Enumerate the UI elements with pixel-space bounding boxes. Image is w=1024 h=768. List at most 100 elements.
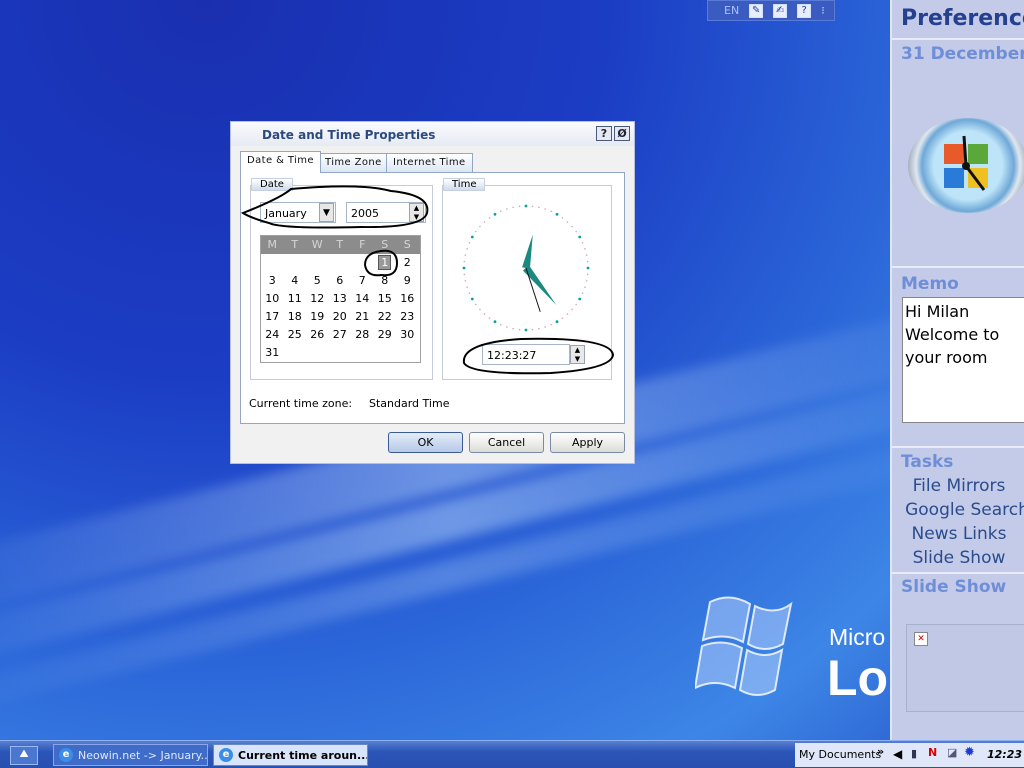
- calendar-day[interactable]: 5: [306, 272, 329, 290]
- hour-tick: [586, 266, 590, 270]
- task-news-links[interactable]: News Links: [884, 524, 1024, 544]
- sun-icon[interactable]: ✹: [964, 745, 975, 760]
- window-label: Neowin.net -> January...: [78, 749, 208, 762]
- minute-tick: [499, 323, 502, 326]
- ie-icon: e: [59, 748, 73, 762]
- minute-tick: [518, 328, 521, 331]
- calendar-day[interactable]: 15: [374, 290, 397, 308]
- tab-date-time[interactable]: Date & Time: [240, 151, 321, 173]
- minute-tick: [488, 317, 491, 319]
- dialog-title: Date and Time Properties: [262, 128, 436, 142]
- tab-internet-time[interactable]: Internet Time: [386, 153, 473, 172]
- minute-tick: [475, 230, 477, 233]
- show-desktop-icon[interactable]: ⛰: [10, 746, 38, 765]
- annotation-circle: [363, 249, 399, 277]
- taskbar-window-current-time[interactable]: e Current time aroun...: [213, 744, 368, 766]
- close-button[interactable]: Ø: [614, 126, 630, 141]
- calendar-day[interactable]: 13: [329, 290, 352, 308]
- minute-tick: [468, 292, 471, 295]
- annotation-ellipse: [241, 185, 429, 229]
- calendar-day[interactable]: 24: [261, 326, 284, 344]
- minute-tick: [463, 260, 466, 263]
- my-documents-toolbar[interactable]: My Documents: [799, 748, 881, 761]
- clock[interactable]: 12:23: [987, 748, 1022, 761]
- calendar-day[interactable]: 6: [329, 272, 352, 290]
- minute-tick: [571, 225, 573, 228]
- calendar-day[interactable]: 4: [284, 272, 307, 290]
- calendar-day[interactable]: 14: [351, 290, 374, 308]
- calendar-day[interactable]: 20: [329, 308, 352, 326]
- minute-tick: [479, 308, 481, 311]
- pen-icon[interactable]: ✎: [749, 3, 764, 18]
- calendar-day[interactable]: 27: [329, 326, 352, 344]
- taskbar-window-neowin[interactable]: e Neowin.net -> January...: [53, 744, 208, 766]
- calendar-day[interactable]: 18: [284, 308, 307, 326]
- calendar-day[interactable]: 21: [351, 308, 374, 326]
- calendar-empty: [329, 254, 352, 272]
- handwriting-icon[interactable]: ✍: [773, 3, 788, 18]
- task-slide-show[interactable]: Slide Show: [884, 548, 1024, 568]
- hour-tick: [493, 320, 497, 324]
- calendar-day[interactable]: 16: [396, 290, 419, 308]
- minute-tick: [586, 273, 589, 276]
- apply-button[interactable]: Apply: [550, 432, 625, 453]
- options-icon[interactable]: ⁝: [821, 4, 825, 17]
- hour-tick: [555, 212, 559, 216]
- task-file-mirrors[interactable]: File Mirrors: [884, 476, 1024, 496]
- tasks-title: Tasks: [901, 452, 954, 472]
- minute-hand: [522, 265, 557, 306]
- help-button[interactable]: ?: [596, 126, 612, 141]
- calendar-week: 10 11 12 13 14 15 16: [261, 290, 420, 308]
- chevron-icon[interactable]: »: [877, 745, 884, 758]
- calendar-week: 17 18 19 20 21 22 23: [261, 308, 420, 326]
- calendar-empty: [284, 254, 307, 272]
- calendar-day[interactable]: 25: [284, 326, 307, 344]
- minute-tick: [544, 208, 546, 210]
- calendar-day[interactable]: 10: [261, 290, 284, 308]
- calendar-day[interactable]: 3: [261, 272, 284, 290]
- ok-button[interactable]: OK: [388, 432, 463, 453]
- minute-tick: [581, 241, 584, 244]
- ie-icon: e: [219, 748, 233, 762]
- calendar-day[interactable]: 26: [306, 326, 329, 344]
- calendar-day[interactable]: 17: [261, 308, 284, 326]
- annotation-ellipse: [462, 337, 615, 375]
- hour-tick: [524, 328, 528, 332]
- calendar-day[interactable]: 12: [306, 290, 329, 308]
- minute-tick: [581, 292, 584, 295]
- calendar-day[interactable]: 22: [374, 308, 397, 326]
- minute-tick: [506, 208, 508, 210]
- language-indicator[interactable]: EN: [724, 4, 739, 17]
- task-google-search[interactable]: Google Search: [892, 500, 1024, 520]
- clock-gadget[interactable]: [908, 118, 1024, 213]
- help-icon[interactable]: ?: [797, 3, 812, 18]
- hour-tick: [578, 235, 582, 239]
- calendar-day[interactable]: 30: [396, 326, 419, 344]
- back-icon[interactable]: ◀: [893, 747, 902, 761]
- calendar-day[interactable]: 11: [284, 290, 307, 308]
- calendar-empty: [306, 254, 329, 272]
- minute-tick: [571, 308, 573, 311]
- title-bar[interactable]: Date and Time Properties ? Ø: [231, 122, 634, 146]
- minute-tick: [575, 230, 577, 233]
- calendar-day[interactable]: 29: [374, 326, 397, 344]
- minute-tick: [566, 221, 569, 223]
- language-bar[interactable]: EN ✎ ✍ ? ⁝: [707, 0, 835, 21]
- calendar-day[interactable]: 19: [306, 308, 329, 326]
- calendar-day[interactable]: 23: [396, 308, 419, 326]
- memo-line: your room: [905, 348, 988, 367]
- calendar-day[interactable]: 31: [261, 344, 284, 362]
- tray-app-icon[interactable]: ◪: [947, 746, 957, 759]
- minute-tick: [566, 313, 569, 315]
- slideshow-frame[interactable]: ✕: [906, 624, 1024, 712]
- cancel-button[interactable]: Cancel: [469, 432, 544, 453]
- memo-textarea[interactable]: Hi Milan Welcome to your room: [902, 297, 1024, 423]
- minute-tick: [561, 217, 564, 219]
- calendar-day[interactable]: 28: [351, 326, 374, 344]
- antivirus-icon[interactable]: N: [928, 746, 937, 759]
- hour-hand: [522, 234, 533, 269]
- tab-time-zone[interactable]: Time Zone: [318, 153, 389, 172]
- network-icon[interactable]: ▮: [911, 747, 917, 760]
- minute-tick: [585, 280, 588, 282]
- hour-tick: [470, 235, 474, 239]
